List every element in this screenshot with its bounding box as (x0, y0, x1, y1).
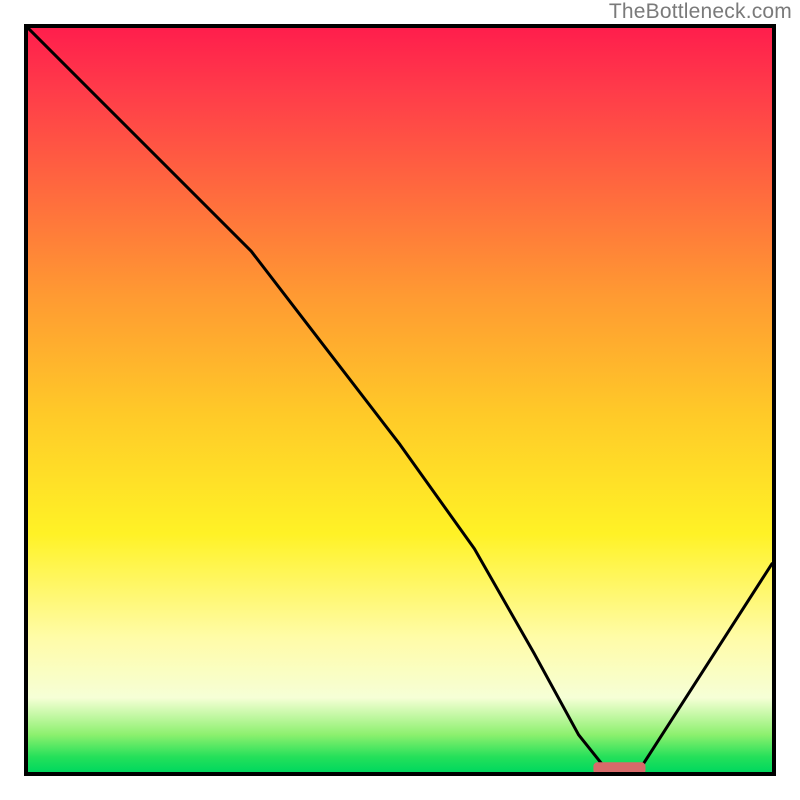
bottleneck-curve (28, 28, 772, 772)
watermark-label: TheBottleneck.com (609, 0, 792, 24)
optimal-marker (593, 762, 645, 772)
chart-svg (28, 28, 772, 772)
plot-area (24, 24, 776, 776)
chart-container: TheBottleneck.com (0, 0, 800, 800)
